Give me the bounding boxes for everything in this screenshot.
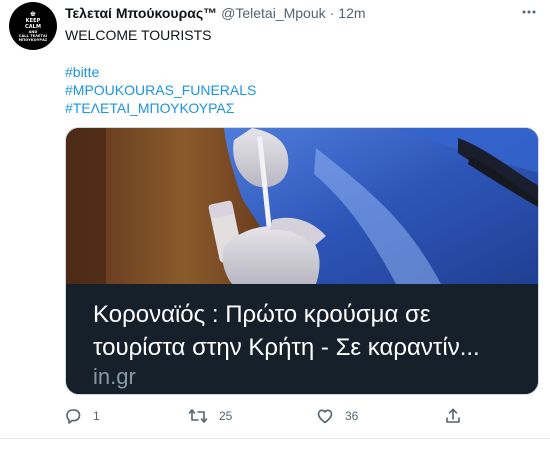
share-button[interactable] bbox=[444, 404, 462, 428]
card-title[interactable]: Κοροναϊός : Πρώτο κρούσμα σε τουρίστα στ… bbox=[93, 298, 523, 364]
retweet-icon bbox=[188, 409, 208, 423]
reply-icon bbox=[66, 409, 81, 424]
hashtag-mpoukouras-funerals[interactable]: #MPOUKOURAS_FUNERALS bbox=[65, 81, 525, 99]
tweet[interactable]: ♚ KEEP CALM AND CALL ΤΕΛΕΤΑΙ ΜΠΟΥΚΟΥΡΑΣ … bbox=[0, 0, 550, 438]
tweet-timestamp[interactable]: 12m bbox=[338, 5, 365, 21]
retweet-count: 25 bbox=[219, 409, 233, 423]
tweet-header: Τελεταί Μπούκουρας™ @Teletai_Mpouk · 12m bbox=[65, 4, 366, 22]
heart-icon bbox=[317, 409, 333, 424]
reply-button[interactable]: 1 bbox=[64, 404, 100, 428]
reply-count: 1 bbox=[93, 409, 100, 423]
share-icon bbox=[446, 408, 460, 423]
like-count: 36 bbox=[345, 409, 359, 423]
more-horizontal-icon[interactable] bbox=[518, 3, 540, 21]
display-name[interactable]: Τελεταί Μπούκουρας™ bbox=[65, 5, 217, 21]
card-domain: in.gr bbox=[93, 364, 136, 389]
crown-icon: ♚ bbox=[29, 9, 37, 18]
avatar-text-name: ΜΠΟΥΚΟΥΡΑΣ bbox=[18, 37, 48, 42]
hashtag-bitte[interactable]: #bitte bbox=[65, 63, 525, 81]
hashtag-teletai-mpoukouras[interactable]: #ΤΕΛΕΤΑΙ_ΜΠΟΥΚΟΥΡΑΣ bbox=[65, 99, 525, 117]
tweet-divider bbox=[0, 438, 550, 439]
avatar[interactable]: ♚ KEEP CALM AND CALL ΤΕΛΕΤΑΙ ΜΠΟΥΚΟΥΡΑΣ bbox=[9, 2, 57, 50]
like-button[interactable]: 36 bbox=[316, 404, 358, 428]
link-card[interactable]: Κοροναϊός : Πρώτο κρούσμα σε τουρίστα στ… bbox=[65, 127, 539, 395]
tweet-text: WELCOME TOURISTS bbox=[65, 27, 212, 43]
card-body: Κοροναϊός : Πρώτο κρούσμα σε τουρίστα στ… bbox=[66, 284, 538, 394]
separator-dot: · bbox=[329, 5, 335, 21]
card-image bbox=[66, 128, 538, 284]
retweet-button[interactable]: 25 bbox=[188, 404, 232, 428]
user-handle[interactable]: @Teletai_Mpouk bbox=[221, 5, 326, 21]
tweet-actions: 1 25 36 bbox=[0, 404, 550, 428]
